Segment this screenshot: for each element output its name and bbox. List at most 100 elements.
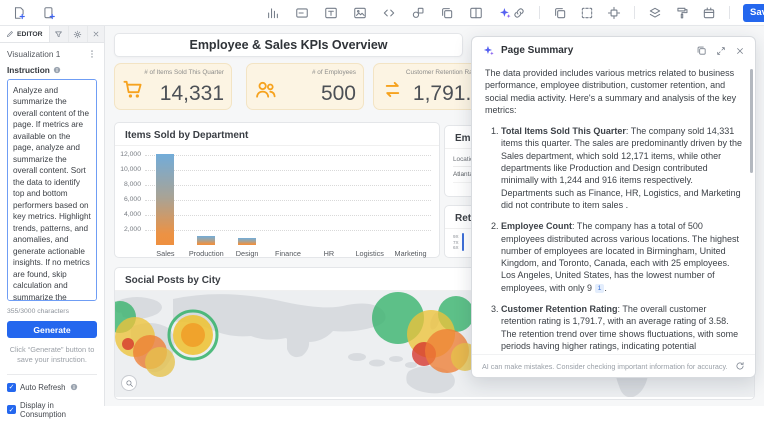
shapes-icon[interactable]	[411, 6, 425, 20]
summary-list: Total Items Sold This Quarter: The compa…	[485, 125, 742, 354]
archive-icon[interactable]	[702, 6, 716, 20]
tab-editor[interactable]: EDITOR	[0, 26, 50, 42]
y-axis-tick: 10,000	[115, 166, 141, 173]
y-axis-tick: 6,000	[115, 196, 141, 203]
tab-settings[interactable]	[69, 26, 88, 42]
toolbar-left-group	[12, 6, 56, 20]
close-icon	[92, 30, 100, 38]
magnifier-icon	[125, 379, 134, 388]
top-toolbar: Save	[0, 0, 764, 26]
component-icon[interactable]	[607, 6, 621, 20]
summary-body[interactable]: The data provided includes various metri…	[472, 65, 755, 354]
bar-production[interactable]	[197, 236, 215, 245]
chart-icon[interactable]	[266, 6, 280, 20]
add-page-icon[interactable]	[42, 6, 56, 20]
info-icon	[70, 383, 78, 391]
expand-icon[interactable]	[716, 45, 726, 56]
summary-footer: AI can make mistakes. Consider checking …	[472, 354, 755, 377]
instruction-label: Instruction	[7, 65, 50, 75]
summary-item: Customer Retention Rating: The overall c…	[501, 303, 742, 354]
save-button-label: Save	[750, 7, 764, 18]
format-icon[interactable]	[675, 6, 689, 20]
kpi-employees[interactable]: # of Employees 500	[246, 63, 364, 110]
toolbar-insert-group	[266, 6, 512, 20]
gear-icon	[73, 30, 82, 39]
kpi-label: # of Employees	[312, 69, 356, 76]
sidebar-tab-bar: EDITOR	[0, 26, 104, 43]
character-count: 355/3000 characters	[7, 308, 97, 315]
ai-sparkle-icon[interactable]	[498, 6, 512, 20]
gridline	[145, 200, 431, 201]
auto-refresh-label: Auto Refresh	[20, 383, 66, 392]
summary-header: Page Summary	[472, 37, 755, 64]
items-sold-chart-panel[interactable]: Items Sold by Department 2,0004,0006,000…	[114, 122, 440, 258]
gridline	[145, 230, 431, 231]
dashboard-title: Employee & Sales KPIs Overview	[114, 33, 463, 57]
retention-line	[462, 233, 465, 251]
instruction-input[interactable]: Analyze and summarize the overall conten…	[7, 79, 97, 301]
bar-chart: 2,0004,0006,0008,00010,00012,000SalesPro…	[115, 146, 439, 256]
scrollbar-thumb[interactable]	[750, 69, 753, 173]
retention-axis-labels: 9X7X6X	[453, 234, 459, 251]
summary-item: Employee Count: The company has a total …	[501, 220, 742, 294]
summary-title: Page Summary	[501, 45, 573, 56]
kpi-value: 14,331	[160, 82, 224, 106]
duplicate-icon[interactable]	[440, 6, 454, 20]
image-icon[interactable]	[353, 6, 367, 20]
pencil-icon	[6, 30, 14, 38]
generate-hint: Click “Generate” button to save your ins…	[7, 345, 97, 365]
bubble-ringed	[169, 311, 217, 359]
layers-icon[interactable]	[648, 6, 662, 20]
bar-sales[interactable]	[156, 154, 174, 245]
cart-icon	[122, 78, 145, 101]
chart-title: Items Sold by Department	[115, 123, 439, 146]
link-icon[interactable]	[512, 6, 526, 20]
save-button[interactable]: Save	[743, 4, 764, 22]
gridline	[145, 185, 431, 186]
toolbar-divider	[634, 6, 635, 19]
editor-sidebar: EDITOR Visualization 1 Instruction Analy…	[0, 26, 105, 406]
citation-badge[interactable]: 1	[595, 284, 605, 293]
kpi-items-sold[interactable]: # of Items Sold This Quarter 14,331	[114, 63, 232, 110]
toolbar-right-group: Save	[512, 4, 764, 22]
display-consumption-checkbox[interactable]	[7, 405, 16, 414]
display-consumption-row[interactable]: Display in Consumption	[7, 401, 97, 419]
y-axis-tick: 4,000	[115, 211, 141, 218]
people-icon	[254, 78, 277, 101]
summary-intro: The data provided includes various metri…	[485, 67, 742, 116]
page-summary-panel: Page Summary The data provided includes …	[471, 36, 756, 378]
select-area-icon[interactable]	[580, 6, 594, 20]
generate-button[interactable]: Generate	[7, 321, 97, 338]
card-icon[interactable]	[295, 6, 309, 20]
gridline	[145, 170, 431, 171]
copy-icon[interactable]	[696, 45, 707, 56]
tab-filter[interactable]	[50, 26, 69, 42]
close-icon[interactable]	[735, 45, 745, 56]
kpi-value: 500	[321, 82, 356, 106]
info-icon	[53, 66, 61, 74]
html-icon[interactable]	[382, 6, 396, 20]
bar-design[interactable]	[238, 238, 256, 245]
text-icon[interactable]	[324, 6, 338, 20]
map-zoom-button[interactable]	[121, 375, 137, 391]
kebab-menu-icon[interactable]	[87, 49, 97, 59]
add-report-icon[interactable]	[12, 6, 26, 20]
filter-icon	[54, 30, 63, 39]
auto-refresh-checkbox[interactable]	[7, 383, 16, 392]
layout-icon[interactable]	[469, 6, 483, 20]
copy-icon[interactable]	[553, 6, 567, 20]
y-axis-tick: 8,000	[115, 181, 141, 188]
visualization-title: Visualization 1	[7, 49, 60, 59]
sidebar-divider	[7, 374, 97, 375]
gridline	[145, 155, 431, 156]
kpi-label: # of Items Sold This Quarter	[144, 69, 224, 76]
refresh-icon[interactable]	[735, 361, 745, 371]
summary-item: Total Items Sold This Quarter: The compa…	[501, 125, 742, 211]
x-axis-label: Marketing	[384, 249, 437, 258]
sidebar-close-button[interactable]	[88, 26, 104, 42]
toolbar-divider	[539, 6, 540, 19]
auto-refresh-row[interactable]: Auto Refresh	[7, 383, 97, 392]
y-axis-tick: 12,000	[115, 151, 141, 158]
tab-editor-label: EDITOR	[17, 31, 43, 38]
toolbar-divider	[729, 6, 730, 19]
